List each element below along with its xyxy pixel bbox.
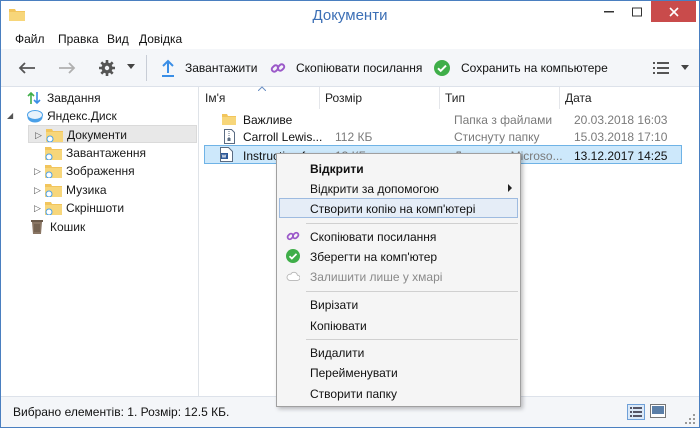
check-circle-icon: [286, 249, 300, 263]
settings-dropdown-icon[interactable]: [127, 64, 135, 69]
resize-grip-icon[interactable]: [685, 414, 695, 424]
sidebar-item-music[interactable]: ▷ Музика: [29, 181, 197, 199]
expand-arrow-icon[interactable]: ▷: [34, 185, 41, 196]
app-window: Документи Файл Правка Вид Довідка Завант…: [0, 0, 700, 428]
file-date: 20.03.2018 16:03: [574, 113, 668, 127]
transfer-icon: [27, 91, 41, 105]
submenu-arrow-icon: [508, 184, 512, 192]
maximize-button[interactable]: [623, 1, 651, 22]
sidebar-tree: Завдання ◢ Яндекс.Диск ▷ Документи Заван…: [1, 87, 199, 396]
sidebar-item-trash[interactable]: Кошик: [29, 218, 197, 236]
sidebar-item-screenshots[interactable]: ▷ Скріншоти: [29, 199, 197, 217]
file-date: 13.12.2017 14:25: [574, 149, 668, 163]
trash-icon: [31, 220, 43, 234]
sidebar-item-images[interactable]: ▷ Зображення: [29, 162, 197, 180]
gear-icon[interactable]: [98, 59, 116, 77]
file-size: 112 КБ: [335, 130, 373, 144]
ctx-delete[interactable]: Видалити: [279, 342, 518, 362]
ctx-copy[interactable]: Копіювати: [279, 315, 518, 335]
link-icon: [286, 231, 300, 241]
ctx-cloud-only[interactable]: Залишити лише у хмарі: [279, 266, 518, 286]
expand-arrow-icon[interactable]: ▷: [34, 203, 41, 214]
menu-separator: [306, 223, 518, 224]
ctx-save-computer[interactable]: Зберегти на комп'ютер: [279, 246, 518, 266]
expand-arrow-icon[interactable]: ▷: [35, 130, 42, 141]
sidebar-item-documents[interactable]: ▷ Документи: [28, 125, 197, 143]
folder-icon: [45, 147, 62, 160]
file-type: Папка з файлами: [454, 113, 553, 127]
cloud-icon: [286, 271, 300, 281]
check-circle-icon[interactable]: [434, 60, 450, 76]
sidebar-item-yandex-disk[interactable]: ◢ Яндекс.Диск: [5, 107, 191, 125]
collapse-arrow-icon[interactable]: ◢: [7, 111, 13, 120]
file-row[interactable]: Carroll Lewis... 112 КБ Стиснуту папку 1…: [204, 127, 682, 146]
save-to-computer-button[interactable]: Сохранить на компьютере: [461, 61, 608, 75]
list-view-icon[interactable]: [653, 62, 669, 74]
menu-edit[interactable]: Правка: [58, 32, 99, 46]
thumbnail-view-icon[interactable]: [650, 404, 666, 418]
folder-icon: [45, 165, 62, 178]
menu-file[interactable]: Файл: [15, 32, 45, 46]
forward-arrow-icon[interactable]: [58, 61, 76, 75]
folder-icon: [46, 129, 63, 142]
upload-icon[interactable]: [161, 59, 175, 77]
zip-file-icon: [224, 129, 235, 144]
close-button[interactable]: [651, 1, 696, 22]
column-header-size[interactable]: Розмір: [320, 87, 440, 109]
word-document-icon: [220, 147, 233, 162]
disk-icon: [27, 110, 43, 123]
menu-separator: [306, 291, 518, 292]
status-text: Вибрано елементів: 1. Розмір: 12.5 КБ.: [13, 405, 230, 419]
ctx-cut[interactable]: Вирізати: [279, 294, 518, 314]
sort-ascending-icon: [258, 86, 266, 91]
file-name: Важливе: [243, 113, 293, 127]
minimize-button[interactable]: [595, 1, 623, 22]
toolbar: Завантажити Скопіювати посилання Сохрани…: [1, 49, 699, 87]
ctx-create-copy[interactable]: Створити копію на комп'ютері: [279, 198, 518, 218]
context-menu: Відкрити Відкрити за допомогою Створити …: [276, 153, 521, 407]
column-header-type[interactable]: Тип: [440, 87, 560, 109]
toolbar-separator: [146, 55, 147, 81]
file-date: 15.03.2018 17:10: [574, 130, 668, 144]
sidebar-item-downloads[interactable]: Завантаження: [29, 144, 197, 162]
menu-help[interactable]: Довідка: [139, 32, 182, 46]
folder-icon: [45, 202, 62, 215]
menu-view[interactable]: Вид: [107, 32, 129, 46]
ctx-open-with[interactable]: Відкрити за допомогою: [279, 178, 518, 198]
expand-arrow-icon[interactable]: ▷: [34, 166, 41, 177]
view-dropdown-icon[interactable]: [681, 65, 689, 70]
ctx-new-folder[interactable]: Створити папку: [279, 383, 518, 403]
copy-link-button[interactable]: Скопіювати посилання: [296, 61, 422, 75]
back-arrow-icon[interactable]: [18, 61, 36, 75]
file-type: Стиснуту папку: [454, 130, 540, 144]
folder-icon: [222, 114, 236, 125]
file-name: Carroll Lewis...: [243, 130, 323, 144]
ctx-open[interactable]: Відкрити: [279, 158, 518, 178]
details-view-icon[interactable]: [627, 404, 645, 420]
ctx-rename[interactable]: Перейменувати: [279, 362, 518, 382]
sidebar-item-tasks[interactable]: Завдання: [11, 89, 191, 107]
folder-icon: [45, 184, 62, 197]
ctx-copy-link[interactable]: Скопіювати посилання: [279, 226, 518, 246]
column-header-date[interactable]: Дата: [560, 87, 699, 109]
title-bar: Документи: [1, 1, 699, 30]
menu-bar: Файл Правка Вид Довідка: [1, 30, 699, 49]
menu-separator: [306, 339, 518, 340]
upload-button[interactable]: Завантажити: [185, 61, 257, 75]
link-icon[interactable]: [270, 60, 286, 76]
column-header-name[interactable]: Ім'я: [200, 86, 320, 109]
